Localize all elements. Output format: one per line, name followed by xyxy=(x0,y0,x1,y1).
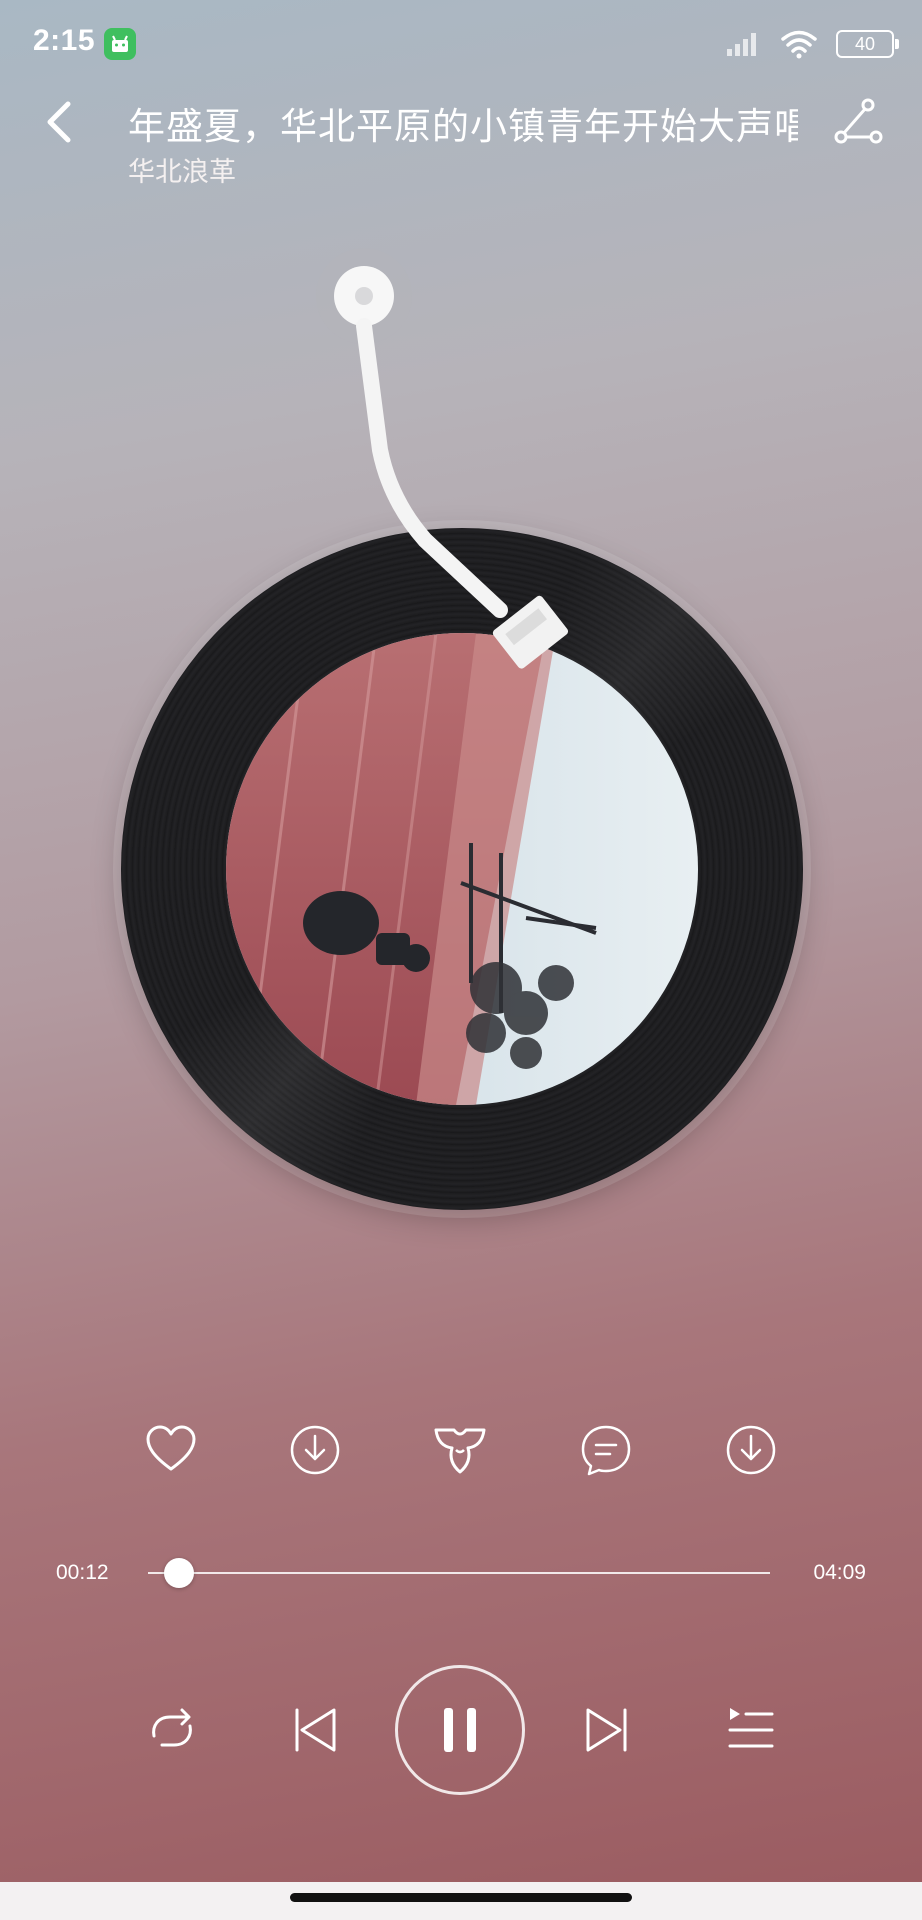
battery-indicator: 40 xyxy=(836,30,899,58)
like-button[interactable] xyxy=(143,1422,199,1478)
tonearm-icon xyxy=(316,248,569,669)
status-time: 2:15 xyxy=(33,24,96,57)
sound-effect-icon xyxy=(434,1428,486,1474)
share-icon xyxy=(834,98,883,144)
comment-icon xyxy=(581,1425,631,1476)
song-title-marquee: 年盛夏，华北平原的小镇青年开始大声唱 xyxy=(128,96,798,152)
download-button[interactable] xyxy=(287,1422,343,1478)
home-indicator[interactable] xyxy=(290,1893,632,1902)
sound-effect-button[interactable] xyxy=(432,1422,488,1478)
wifi-icon xyxy=(781,30,817,59)
next-button[interactable] xyxy=(576,1700,636,1760)
android-notification-icon xyxy=(104,28,136,60)
status-icons: 40 xyxy=(726,28,899,60)
playlist-icon xyxy=(728,1708,774,1748)
song-title: 年盛夏，华北平原的小镇青年开始大声唱 xyxy=(128,106,798,147)
pause-button[interactable] xyxy=(395,1665,525,1795)
current-time: 00:12 xyxy=(56,1561,109,1584)
comment-button[interactable] xyxy=(578,1422,634,1478)
playlist-button[interactable] xyxy=(720,1700,780,1760)
next-icon xyxy=(586,1708,627,1752)
artist-name[interactable]: 华北浪革 xyxy=(128,150,236,189)
repeat-icon xyxy=(152,1708,192,1747)
progress-track[interactable] xyxy=(148,1572,770,1574)
previous-button[interactable] xyxy=(286,1700,346,1760)
album-cover-photo xyxy=(226,633,698,1105)
action-row xyxy=(0,1422,922,1482)
previous-icon xyxy=(295,1708,336,1752)
chevron-left-icon xyxy=(47,101,71,143)
pause-icon xyxy=(444,1708,476,1752)
download-icon xyxy=(726,1425,776,1475)
heart-icon xyxy=(146,1425,196,1471)
signal-icon xyxy=(727,33,756,56)
total-time: 04:09 xyxy=(813,1561,866,1584)
progress-thumb[interactable] xyxy=(164,1558,195,1588)
share-button[interactable] xyxy=(832,96,884,148)
album-cover[interactable] xyxy=(226,633,698,1105)
back-button[interactable] xyxy=(38,96,82,148)
more-download-button[interactable] xyxy=(723,1422,779,1478)
repeat-button[interactable] xyxy=(142,1700,202,1760)
download-icon xyxy=(290,1425,340,1475)
